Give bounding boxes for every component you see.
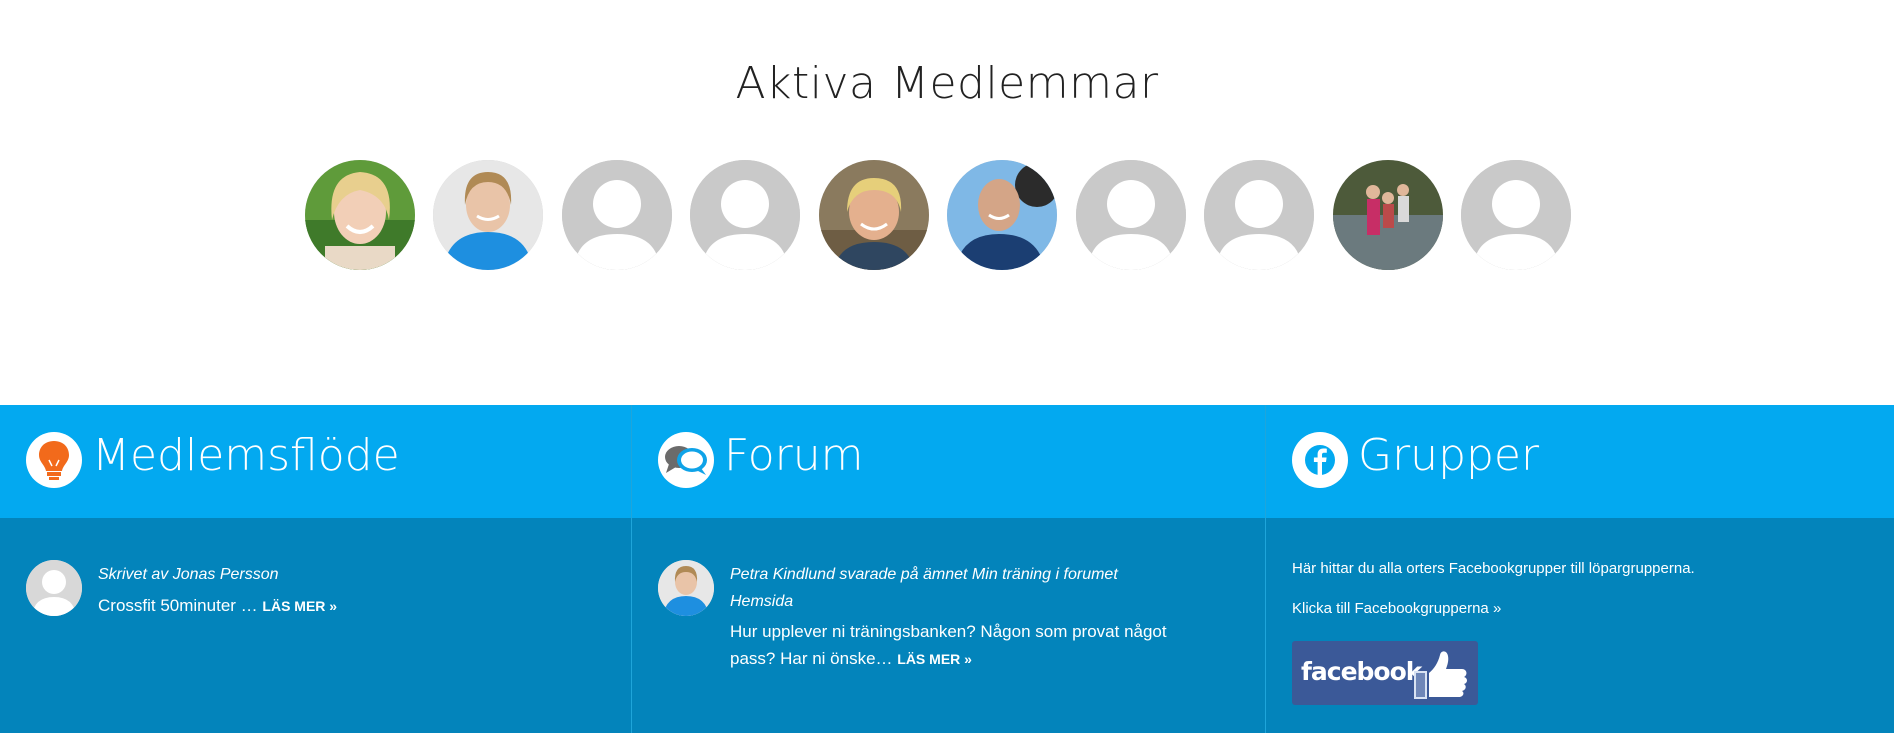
member-avatar-6[interactable] bbox=[947, 160, 1057, 270]
feed-read-more-link[interactable]: LÄS MER » bbox=[262, 598, 337, 614]
member-avatar-3[interactable] bbox=[562, 160, 672, 270]
member-feed-header: Medlemsflöde bbox=[0, 405, 631, 518]
member-avatar-2[interactable] bbox=[433, 160, 543, 270]
member-avatar-1[interactable] bbox=[305, 160, 415, 270]
member-feed-panel: Medlemsflöde Skrivet av Jonas Persson Cr… bbox=[0, 405, 631, 733]
forum-excerpt: Hur upplever ni träningsbanken? Någon so… bbox=[730, 618, 1200, 673]
feed-author-avatar[interactable] bbox=[26, 560, 82, 616]
forum-author-avatar[interactable] bbox=[658, 560, 714, 616]
feed-excerpt-text: Crossfit 50minuter … bbox=[98, 596, 258, 615]
member-avatar-10[interactable] bbox=[1461, 160, 1571, 270]
forum-excerpt-line1: Hur upplever ni träningsbanken? Någon so… bbox=[730, 622, 1167, 641]
groups-panel: Grupper Här hittar du alla orters Facebo… bbox=[1266, 405, 1894, 733]
feed-excerpt: Crossfit 50minuter … LÄS MER » bbox=[98, 592, 568, 620]
groups-description: Här hittar du alla orters Facebookgruppe… bbox=[1292, 560, 1695, 577]
forum-meta: Petra Kindlund svarade på ämnet Min trän… bbox=[730, 561, 1190, 615]
facebook-groups-link[interactable]: Klicka till Facebookgrupperna » bbox=[1292, 600, 1501, 617]
groups-header: Grupper bbox=[1266, 405, 1894, 518]
member-avatar-8[interactable] bbox=[1204, 160, 1314, 270]
facebook-badge-button[interactable]: facebook bbox=[1292, 641, 1478, 705]
feed-meta: Skrivet av Jonas Persson bbox=[98, 566, 279, 583]
thumbs-up-icon bbox=[1414, 651, 1467, 699]
forum-read-more-link[interactable]: LÄS MER » bbox=[897, 651, 972, 667]
lightbulb-icon bbox=[26, 432, 82, 488]
info-panels: Medlemsflöde Skrivet av Jonas Persson Cr… bbox=[0, 405, 1894, 733]
forum-panel: Forum Petra Kindlund svarade på ämnet Mi… bbox=[632, 405, 1265, 733]
forum-meta-line2: Hemsida bbox=[730, 593, 794, 610]
facebook-icon bbox=[1292, 432, 1348, 488]
facebook-wordmark: facebook bbox=[1301, 657, 1422, 686]
active-members-section: Aktiva Medlemmar bbox=[0, 0, 1894, 405]
member-avatar-7[interactable] bbox=[1076, 160, 1186, 270]
forum-header: Forum bbox=[632, 405, 1265, 518]
member-feed-body bbox=[0, 518, 631, 733]
forum-meta-line1: Petra Kindlund svarade på ämnet Min trän… bbox=[730, 566, 1118, 583]
active-members-title: Aktiva Medlemmar bbox=[735, 58, 1159, 109]
speech-bubbles-icon bbox=[658, 432, 714, 488]
groups-title: Grupper bbox=[1358, 430, 1540, 481]
member-avatar-9[interactable] bbox=[1333, 160, 1443, 270]
member-feed-title: Medlemsflöde bbox=[92, 430, 400, 481]
member-avatar-4[interactable] bbox=[690, 160, 800, 270]
member-avatar-5[interactable] bbox=[819, 160, 929, 270]
forum-title: Forum bbox=[724, 430, 864, 481]
forum-excerpt-line2: pass? Har ni önske… bbox=[730, 649, 893, 668]
